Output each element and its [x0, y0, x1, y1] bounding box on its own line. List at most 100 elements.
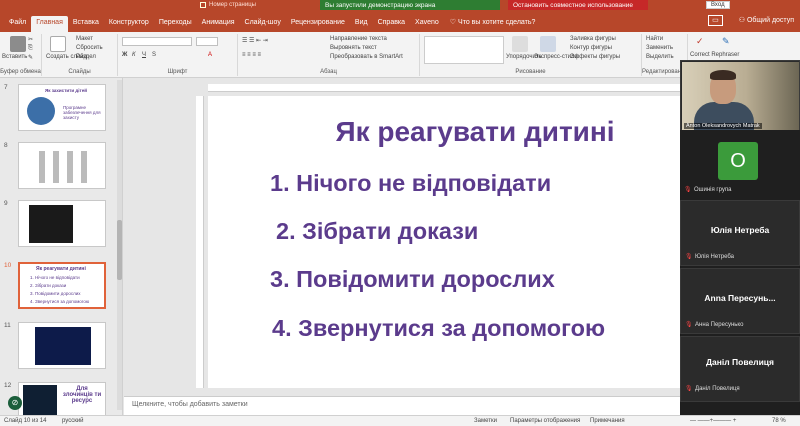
text-direction-button[interactable]: Направление текста	[330, 36, 387, 42]
participant-avatar: O	[718, 142, 758, 180]
status-bar: Слайд 10 из 14 русский Заметки Параметры…	[0, 415, 800, 426]
tab-view[interactable]: Вид	[350, 19, 373, 32]
clipboard-label: Буфер обмена	[0, 69, 41, 75]
participant-tile[interactable]: Юлія Нетреба 🎙 Юлія Нетреба	[680, 200, 800, 266]
thumbnails-scrollbar[interactable]	[117, 80, 122, 410]
copy-icon[interactable]: ⎘	[28, 45, 33, 52]
font-color-button[interactable]: A	[208, 52, 212, 58]
drawing-label: Рисование	[515, 69, 546, 75]
participant-tile[interactable]: Anna Пересунь... 🎙 Анна Пересунько	[680, 268, 800, 334]
slide-thumbnail-10[interactable]: Як реагувати дитині 1. Нічого не відпові…	[18, 262, 106, 309]
tab-slideshow[interactable]: Слайд-шоу	[240, 19, 286, 32]
slides-group: Создать слайд Макет Сбросить Раздел Слай…	[42, 34, 118, 76]
slide-list-item[interactable]: 4. Звернутися за допомогою	[272, 315, 605, 342]
participant-tile[interactable]: Даніл Повелиця 🎙 Даніл Повелиця	[680, 336, 800, 402]
participant-display-name: Anna Пересунь...	[704, 293, 776, 303]
mic-muted-icon: 🎙	[685, 254, 693, 260]
slide-thumbnail-9[interactable]	[18, 200, 106, 247]
align-buttons[interactable]: ≡ ≡ ≡ ≡	[242, 52, 261, 58]
notes-placeholder: Щелкните, чтобы добавить заметки	[132, 401, 248, 408]
section-button[interactable]: Раздел	[76, 54, 96, 60]
thumbnail-title: Як захистити дітей	[45, 88, 87, 93]
comments-button[interactable]: ▭	[708, 15, 723, 26]
strike-button[interactable]: S	[152, 52, 156, 58]
mic-muted-icon: 🎙	[685, 386, 693, 392]
font-size-select[interactable]	[196, 37, 218, 46]
italic-button[interactable]: К	[132, 52, 136, 58]
tab-home[interactable]: Главная	[31, 16, 68, 32]
rephraser-icon[interactable]: ✎	[722, 36, 730, 47]
underline-button[interactable]: Ч	[142, 52, 146, 58]
thumbnail-image	[27, 97, 55, 125]
shape-fill-button[interactable]: Заливка фигуры	[570, 36, 616, 42]
lightbulb-icon: ♡	[449, 19, 459, 26]
current-slide[interactable]: Як реагувати дитині 1. Нічого не відпові…	[208, 96, 682, 388]
slide-list-item[interactable]: 2. Зібрати докази	[276, 218, 478, 245]
tell-me-search[interactable]: ♡ Что вы хотите сделать?	[444, 18, 540, 32]
share-area: ▭ ⚇ Общий доступ	[708, 15, 794, 26]
slide-list-item[interactable]: 1. Нічого не відповідати	[270, 170, 551, 197]
slide-thumbnail-8[interactable]	[18, 142, 106, 189]
align-text-button[interactable]: Выровнять текст	[330, 45, 377, 51]
tab-file[interactable]: Файл	[4, 19, 31, 32]
clipboard-group: Вставить ✂ ⎘ ✎ Буфер обмена	[0, 34, 42, 76]
participant-name: Ошинія група	[694, 187, 732, 193]
tab-design[interactable]: Конструктор	[104, 19, 154, 32]
tab-transitions[interactable]: Переходы	[154, 19, 197, 32]
notes-pane[interactable]: Щелкните, чтобы добавить заметки	[124, 396, 680, 415]
stop-sharing-button[interactable]: Остановить совместное использование	[508, 0, 648, 10]
tab-help[interactable]: Справка	[373, 19, 410, 32]
smartart-button[interactable]: Преобразовать в SmartArt	[330, 54, 403, 60]
paragraph-label: Абзац	[320, 69, 337, 75]
participant-video: Anton Oleksandrovych Matrak	[682, 62, 799, 130]
video-tile[interactable]: Anton Oleksandrovych Matrak	[680, 60, 800, 130]
replace-button[interactable]: Заменить	[646, 45, 673, 51]
tab-review[interactable]: Рецензирование	[286, 19, 350, 32]
find-button[interactable]: Найти	[646, 36, 663, 42]
participant-tile[interactable]: O 🎙 Ошинія група	[680, 132, 800, 198]
page-number-option[interactable]: Номер страницы	[200, 1, 310, 9]
meeting-panel: Anton Oleksandrovych Matrak O 🎙 Ошинія г…	[680, 60, 800, 415]
slide-thumbnail-11[interactable]	[18, 322, 106, 369]
comments-toggle[interactable]: Примечания	[590, 418, 625, 424]
shapes-gallery[interactable]	[424, 36, 504, 64]
slide-thumbnail-7[interactable]: Як захистити дітей Програмне забезпеченн…	[18, 84, 106, 131]
cut-icon[interactable]: ✂	[28, 36, 33, 43]
paste-button[interactable]: Вставить	[2, 54, 27, 60]
thumbnail-title: Як реагувати дитині	[36, 266, 86, 272]
layout-button[interactable]: Макет	[76, 36, 93, 42]
thumbnail-number: 8	[4, 142, 8, 149]
font-family-select[interactable]	[122, 37, 192, 46]
page-number-checkbox[interactable]	[200, 2, 206, 8]
slide-list-item[interactable]: 3. Повідомити дорослих	[270, 266, 555, 293]
correct-icon[interactable]: ✓	[696, 36, 704, 47]
thumbnail-text: Програмне забезпечення для захисту	[63, 105, 101, 120]
select-button[interactable]: Выделить	[646, 54, 674, 60]
ribbon-tabs: Файл Главная Вставка Конструктор Переход…	[0, 10, 800, 32]
participant-name: Даніл Повелиця	[695, 386, 740, 392]
bullets-button[interactable]: ☰ ☰ ⇤ ⇥	[242, 37, 268, 44]
participant-name: Анна Пересунько	[695, 322, 744, 328]
sign-in-button[interactable]: Вход	[706, 1, 730, 9]
quick-styles-icon	[540, 36, 556, 52]
shape-effects-button[interactable]: Эффекты фигуры	[570, 54, 620, 60]
zoom-level[interactable]: 78 %	[772, 418, 786, 424]
tab-xaveno[interactable]: Xaveno	[410, 19, 444, 32]
language-indicator[interactable]: русский	[62, 418, 84, 424]
slide-title[interactable]: Як реагувати дитині	[208, 116, 682, 148]
tab-animations[interactable]: Анимация	[197, 19, 240, 32]
scrollbar-handle[interactable]	[117, 220, 122, 280]
slide-thumbnail-12[interactable]: Для злочинців ти ресурс	[18, 382, 106, 416]
bold-button[interactable]: Ж	[122, 52, 127, 58]
reset-button[interactable]: Сбросить	[76, 45, 103, 51]
grammarly-icon[interactable]: ⊘	[8, 396, 22, 410]
share-button[interactable]: Общий доступ	[747, 17, 794, 24]
display-settings[interactable]: Параметры отображения	[510, 418, 580, 424]
format-painter-icon[interactable]: ✎	[28, 54, 33, 61]
tab-insert[interactable]: Вставка	[68, 19, 104, 32]
participant-name: Юлія Нетреба	[695, 254, 735, 260]
shape-outline-button[interactable]: Контур фигуры	[570, 45, 612, 51]
notes-toggle[interactable]: Заметки	[474, 418, 497, 424]
rephraser-button[interactable]: Correct Rephraser	[690, 52, 739, 58]
paste-icon	[10, 36, 26, 52]
